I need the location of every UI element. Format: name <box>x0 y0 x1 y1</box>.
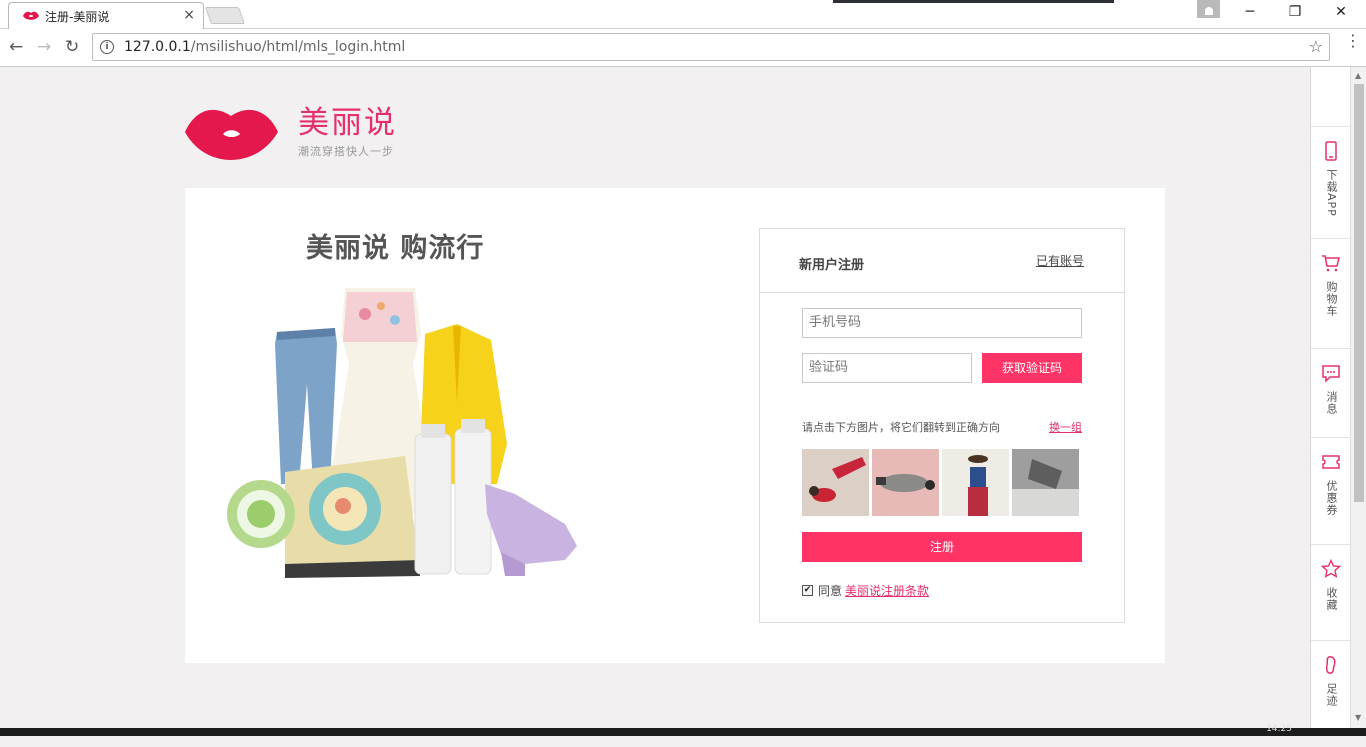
captcha-image-2[interactable] <box>872 449 939 516</box>
agree-checkbox[interactable]: ✔ <box>802 585 813 596</box>
address-toolbar: ← → ↻ i 127.0.0.1/msilishuo/html/mls_log… <box>0 29 1366 67</box>
captcha-image-4[interactable] <box>1012 449 1079 516</box>
register-form: 新用户注册 已有账号 手机号码 验证码 获取验证码 请点击下方图片，将它们翻转到… <box>759 228 1125 623</box>
url-text[interactable]: 127.0.0.1/msilishuo/html/mls_login.html <box>124 39 405 55</box>
sidebar-item-cart[interactable]: 购物车 <box>1311 238 1351 345</box>
browser-tab[interactable]: 注册-美丽说 × <box>8 2 204 29</box>
bookmark-star-icon[interactable]: ☆ <box>1309 37 1323 56</box>
captcha-images <box>802 449 1079 516</box>
agree-row: ✔ 同意 美丽说注册条款 <box>802 582 929 599</box>
profile-icon[interactable] <box>1197 0 1220 18</box>
fashion-products-image <box>227 288 577 578</box>
sidebar-item-download-app[interactable]: 下载APP <box>1311 126 1351 233</box>
reload-button[interactable]: ↻ <box>65 37 79 57</box>
lips-favicon-icon <box>23 11 39 20</box>
captcha-image-3[interactable] <box>942 449 1009 516</box>
scrollbar-thumb[interactable] <box>1354 84 1364 502</box>
promo-title: 美丽说 购流行 <box>306 233 485 264</box>
scroll-down-icon[interactable]: ▼ <box>1355 713 1361 722</box>
register-submit-button[interactable]: 注册 <box>802 532 1082 562</box>
window-close-button[interactable]: ✕ <box>1326 4 1356 20</box>
message-icon <box>1322 365 1340 383</box>
back-button[interactable]: ← <box>9 37 23 57</box>
phone-input[interactable]: 手机号码 <box>802 308 1082 338</box>
lips-logo-icon <box>185 109 278 160</box>
cart-icon <box>1322 255 1340 272</box>
site-info-icon[interactable]: i <box>100 40 114 54</box>
captcha-image-1[interactable] <box>802 449 869 516</box>
register-heading: 新用户注册 <box>799 258 865 273</box>
tab-title: 注册-美丽说 <box>45 9 110 24</box>
minimize-button[interactable]: ─ <box>1235 4 1265 20</box>
star-icon <box>1321 559 1341 578</box>
page-viewport: 美丽说 潮流穿搭快人一步 美丽说 购流行 新用户注册 已有账号 手机号码 验证码… <box>0 67 1350 728</box>
captcha-instruction: 请点击下方图片，将它们翻转到正确方向 <box>802 421 1000 434</box>
site-logo[interactable]: 美丽说 潮流穿搭快人一步 <box>185 104 397 160</box>
register-panel: 美丽说 购流行 新用户注册 已有账号 手机号码 验证码 获取验证码 请点击下方图… <box>185 188 1165 663</box>
scroll-up-icon[interactable]: ▲ <box>1355 71 1361 80</box>
sidebar-item-coupons[interactable]: 优惠券 <box>1311 437 1351 544</box>
get-code-button[interactable]: 获取验证码 <box>982 353 1082 383</box>
taskbar-clock: 14:25 <box>1266 724 1292 734</box>
right-toolbar: 下载APP 购物车 消息 优惠券 收藏 足迹 <box>1310 67 1351 728</box>
captcha-refresh-link[interactable]: 换一组 <box>1049 419 1082 435</box>
terms-link[interactable]: 美丽说注册条款 <box>845 582 929 599</box>
browser-tab-strip: 注册-美丽说 × ─ ❐ ✕ <box>0 0 1366 29</box>
coupon-icon <box>1322 455 1340 469</box>
window-drag-indicator <box>833 0 1114 3</box>
address-bar[interactable]: i 127.0.0.1/msilishuo/html/mls_login.htm… <box>92 33 1330 61</box>
new-tab-button[interactable] <box>204 7 246 24</box>
have-account-link[interactable]: 已有账号 <box>1036 252 1084 269</box>
browser-menu-icon[interactable]: ⋮ <box>1345 33 1361 49</box>
register-form-header: 新用户注册 已有账号 <box>760 229 1124 293</box>
agree-label: 同意 <box>818 584 843 598</box>
sidebar-item-favorites[interactable]: 收藏 <box>1311 544 1351 651</box>
brand-slogan: 潮流穿搭快人一步 <box>298 145 394 158</box>
tab-close-icon[interactable]: × <box>183 8 195 22</box>
page-scrollbar[interactable]: ▲ ▼ <box>1350 67 1366 728</box>
forward-button[interactable]: → <box>37 37 51 57</box>
brand-name: 美丽说 <box>298 105 397 141</box>
phone-icon <box>1325 141 1337 161</box>
os-taskbar: 14:25 <box>0 724 1366 736</box>
footprint-icon <box>1325 656 1336 674</box>
verification-code-input[interactable]: 验证码 <box>802 353 972 383</box>
restore-button[interactable]: ❐ <box>1280 4 1310 20</box>
